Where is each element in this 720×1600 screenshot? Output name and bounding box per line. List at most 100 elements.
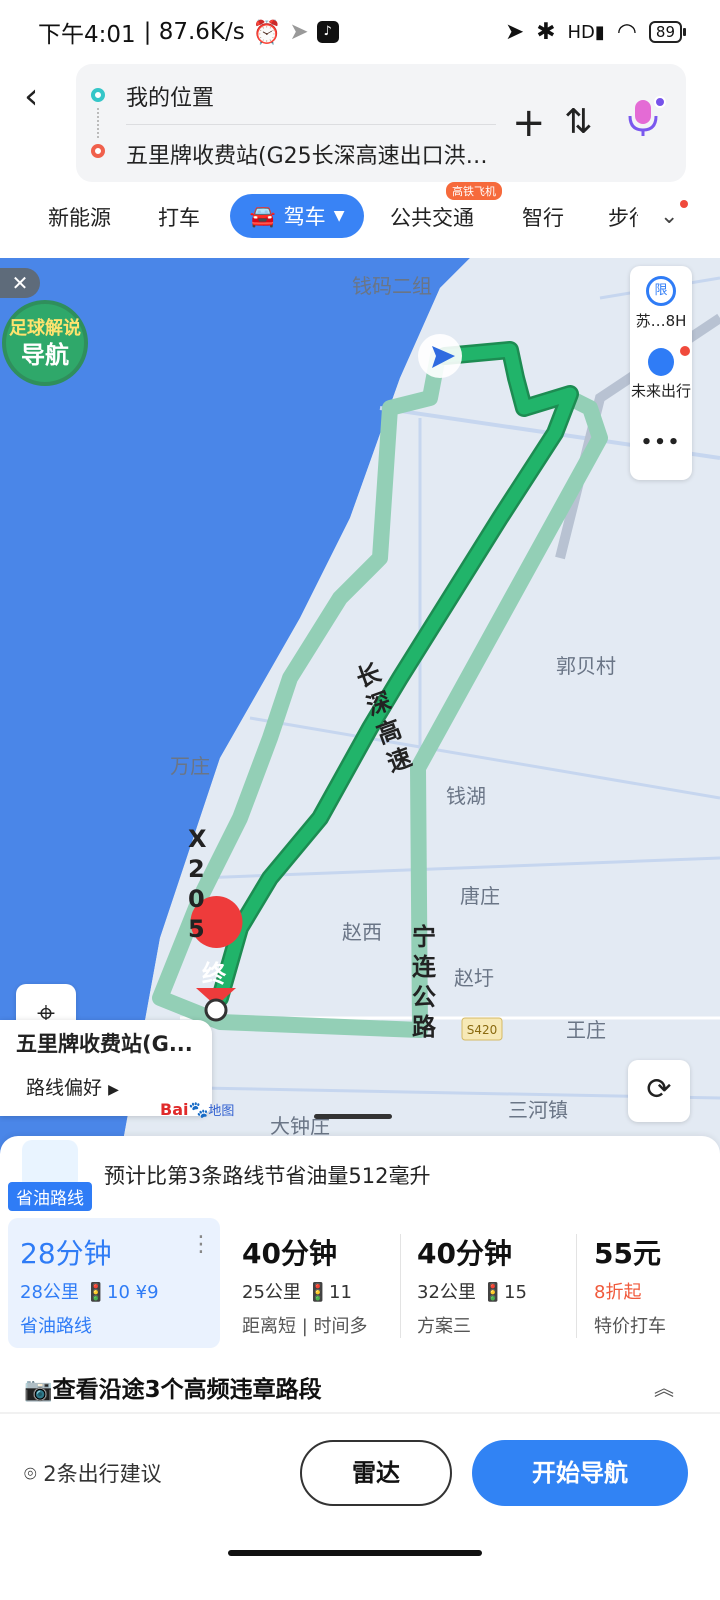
notification-dot: [654, 96, 666, 108]
swap-button[interactable]: ⇅: [564, 102, 593, 142]
drag-handle[interactable]: [314, 1114, 392, 1119]
taxi-option[interactable]: 55元 8折起 特价打车: [582, 1218, 712, 1348]
map-label: 赵圩: [454, 966, 494, 990]
violation-text: 查看沿途3个高频违章路段: [52, 1377, 322, 1403]
status-speed: | 87.6K/s: [143, 19, 245, 45]
tab-new-energy[interactable]: 新能源: [48, 202, 111, 232]
start-dot-icon: [91, 88, 105, 102]
field-divider: [126, 124, 496, 125]
caret-right-icon: ▶: [108, 1082, 119, 1098]
option-tag: 方案三: [417, 1316, 471, 1337]
tab-transit[interactable]: 公共交通: [390, 202, 474, 232]
location-arrow-icon: ➤: [504, 19, 525, 45]
from-field[interactable]: 我的位置: [126, 80, 214, 112]
panel-divider: [0, 1412, 720, 1414]
location-arrow-icon: ➤: [289, 19, 309, 45]
limit-icon: 限: [646, 276, 676, 306]
road-label-x205: X 2 0 5: [188, 824, 207, 944]
taxi-price: 55元: [594, 1237, 661, 1270]
traffic-limit-button[interactable]: 限 苏…8H: [630, 276, 692, 331]
map-label: 万庄: [170, 754, 210, 778]
route-option-3[interactable]: 40分钟 32公里 🚦15 方案三: [405, 1218, 575, 1348]
option-tag: 特价打车: [594, 1316, 666, 1337]
road-char: 路: [412, 1013, 436, 1041]
option-separator: [400, 1234, 401, 1338]
promo-line2: 导航: [21, 341, 69, 369]
tab-drive[interactable]: 🚘 驾车 ▼: [230, 194, 364, 238]
road-label-ninglian: 宁 连 公 路: [412, 922, 436, 1042]
route-preference-button[interactable]: 路线偏好 ▶: [16, 1060, 144, 1116]
route-connector: [97, 108, 99, 138]
tab-smart[interactable]: 智行: [522, 202, 564, 232]
logo-sub: 地图: [208, 1104, 235, 1119]
promo-badge[interactable]: 足球解说 导航: [2, 300, 88, 386]
camera-icon: 📷: [24, 1377, 53, 1403]
future-trip-button[interactable]: 未来出行: [630, 346, 692, 401]
chevron-down-icon: ▼: [333, 208, 345, 224]
future-label: 未来出行: [630, 382, 691, 400]
start-navigation-button[interactable]: 开始导航: [472, 1440, 688, 1506]
option-menu-icon[interactable]: ⋮: [190, 1232, 212, 1257]
road-char: 连: [412, 953, 436, 981]
close-promo-button[interactable]: ✕: [0, 268, 40, 298]
transit-badge: 高铁飞机: [446, 182, 502, 200]
road-char: 2: [188, 855, 205, 883]
refresh-button[interactable]: ⟳: [628, 1060, 690, 1122]
alarm-icon: ⏰: [252, 19, 282, 46]
home-indicator: [228, 1550, 482, 1556]
end-dot-icon: [91, 144, 105, 158]
tab-taxi[interactable]: 打车: [158, 202, 200, 232]
option-tag: 省油路线: [20, 1316, 92, 1337]
route-input-box: 我的位置 五里牌收费站(G25长深高速出口洪… + ⇅: [76, 64, 686, 182]
add-waypoint-button[interactable]: +: [512, 100, 546, 146]
map-label: 郭贝村: [556, 654, 616, 678]
road-char: 0: [188, 885, 205, 913]
promo-line1: 足球解说: [9, 318, 81, 339]
mode-tabs: 新能源 打车 🚘 驾车 ▼ 公共交通 高铁飞机 智行 步行 ⌄: [0, 182, 720, 246]
map-side-tools: 限 苏…8H 未来出行 •••: [630, 266, 692, 480]
trip-suggestions-label: 2条出行建议: [43, 1462, 162, 1486]
option-time: 40分钟: [242, 1237, 337, 1270]
road-char: 5: [188, 915, 205, 943]
taxi-discount: 8折起: [594, 1282, 642, 1303]
map-label: 王庄: [566, 1018, 606, 1042]
route-option-1[interactable]: 28分钟 28公里 🚦10 ¥9 省油路线 ⋮: [8, 1218, 220, 1348]
trip-suggestions-button[interactable]: ⌾ 2条出行建议: [24, 1458, 162, 1488]
fuel-saving-badge: 省油路线: [8, 1182, 92, 1211]
wifi-icon: ◠: [616, 19, 637, 45]
tiktok-icon: ♪: [316, 21, 339, 43]
road-char: X: [188, 825, 207, 853]
route-preference-label: 路线偏好: [26, 1077, 103, 1099]
status-bar: 下午4:01 | 87.6K/s ⏰ ➤ ♪ ➤ ✱ HD▮ ◠ 89: [0, 0, 720, 64]
map-label: 三河镇: [508, 1098, 568, 1122]
option-separator: [576, 1234, 577, 1338]
status-time: 下午4:01: [38, 22, 136, 48]
map-label: 钱码二组: [352, 274, 432, 298]
voice-button[interactable]: [626, 96, 666, 147]
baidu-logo: Bai🐾地图: [160, 1100, 235, 1119]
map-label: 钱湖: [446, 784, 486, 808]
tab-walk[interactable]: 步行: [608, 202, 638, 232]
option-meta: 28公里 🚦10 ¥9: [20, 1282, 159, 1303]
to-field[interactable]: 五里牌收费站(G25长深高速出口洪…: [126, 138, 506, 170]
route-option-2[interactable]: 40分钟 25公里 🚦11 距离短 | 时间多: [230, 1218, 400, 1348]
radar-button[interactable]: 雷达: [300, 1440, 452, 1506]
car-icon: 🚘: [249, 203, 276, 228]
hd-signal-icon: HD▮: [567, 21, 605, 43]
chevron-up-icon[interactable]: ︽: [654, 1372, 674, 1401]
end-marker-label: 终: [202, 960, 226, 988]
limit-label: 苏…8H: [635, 312, 687, 330]
option-time: 28分钟: [20, 1237, 112, 1270]
road-char: 宁: [412, 923, 436, 951]
route-panel: 省油路线 预计比第3条路线节省油量512毫升 28分钟 28公里 🚦10 ¥9 …: [0, 1136, 720, 1600]
back-button[interactable]: ‹: [24, 74, 62, 120]
s420-label: S420: [467, 1023, 498, 1037]
fuel-saving-tip: 预计比第3条路线节省油量512毫升: [104, 1164, 431, 1188]
option-time: 40分钟: [417, 1237, 512, 1270]
option-meta: 32公里 🚦15: [417, 1282, 527, 1303]
more-button[interactable]: •••: [630, 432, 692, 453]
violation-link[interactable]: 📷查看沿途3个高频违章路段: [24, 1370, 322, 1404]
notification-dot: [680, 346, 690, 356]
stopwatch-icon: [648, 346, 690, 376]
more-tabs-button[interactable]: ⌄: [660, 200, 689, 229]
